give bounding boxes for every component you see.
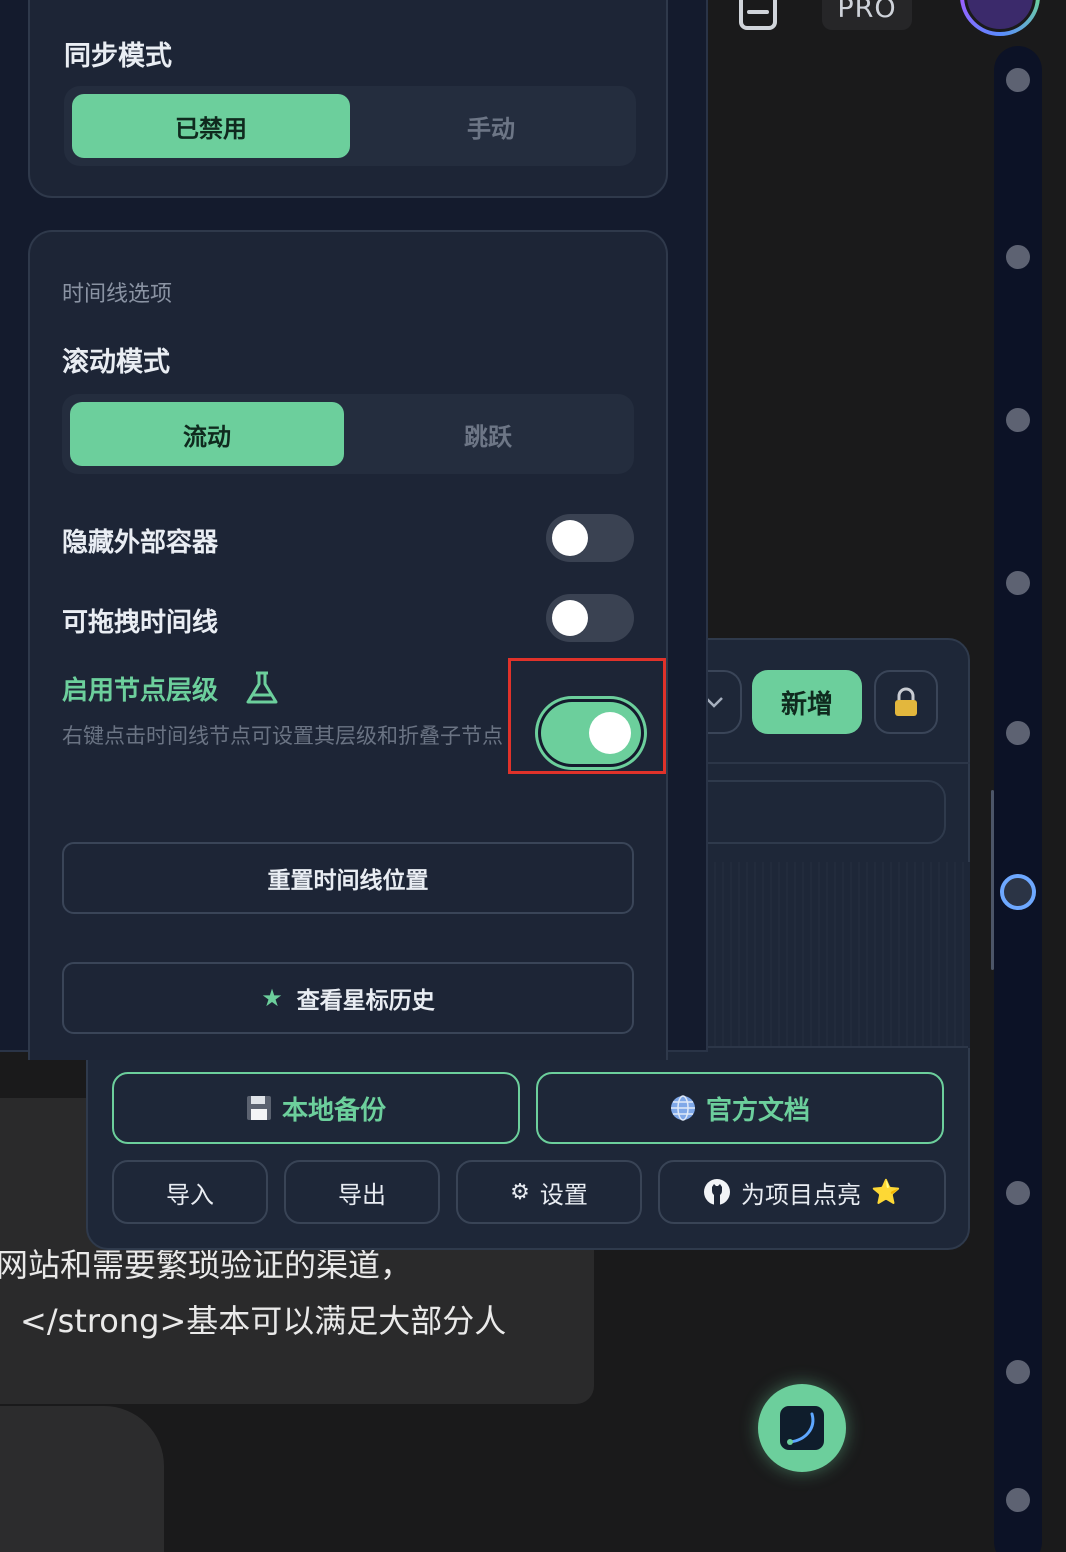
starred-history-label: 查看星标历史 bbox=[296, 988, 435, 1014]
scroll-option-jump[interactable]: 跳跃 bbox=[350, 402, 626, 466]
reset-timeline-button[interactable]: 重置时间线位置 bbox=[62, 842, 634, 914]
scroll-mode-segmented: 流动 跳跃 bbox=[62, 394, 634, 474]
import-button[interactable]: 导入 bbox=[112, 1160, 268, 1224]
star-icon: ★ bbox=[261, 984, 283, 1012]
export-label: 导出 bbox=[338, 1180, 386, 1209]
settings-panel: 同步模式 已禁用 手动 时间线选项 滚动模式 流动 跳跃 隐藏外部容器 可拖拽时… bbox=[0, 0, 708, 1060]
timeline-section-title: 时间线选项 bbox=[62, 282, 173, 307]
settings-button[interactable]: ⚙ 设置 bbox=[456, 1160, 642, 1224]
draggable-timeline-toggle[interactable] bbox=[546, 594, 634, 642]
star-project-label: 为项目点亮 bbox=[741, 1180, 862, 1209]
avatar-icon[interactable] bbox=[960, 0, 1040, 36]
sync-mode-segmented: 已禁用 手动 bbox=[64, 86, 636, 166]
flask-icon bbox=[246, 671, 278, 704]
scroll-option-flow[interactable]: 流动 bbox=[70, 402, 344, 466]
official-docs-label: 官方文档 bbox=[705, 1095, 810, 1126]
sync-option-manual[interactable]: 手动 bbox=[354, 94, 628, 158]
inbox-icon[interactable] bbox=[738, 0, 778, 30]
official-docs-button[interactable]: 官方文档 bbox=[536, 1072, 944, 1144]
timeline-node[interactable] bbox=[1006, 721, 1030, 745]
local-backup-button[interactable]: 本地备份 bbox=[112, 1072, 520, 1144]
timeline-scrollbar[interactable] bbox=[991, 790, 994, 970]
timeline-app-icon bbox=[780, 1406, 824, 1450]
folder-list[interactable] bbox=[708, 862, 970, 1048]
scroll-mode-title: 滚动模式 bbox=[62, 347, 170, 378]
chat-text-line: </strong>基本可以满足大部分人 bbox=[20, 1302, 507, 1340]
floating-action-button[interactable] bbox=[758, 1384, 846, 1472]
lock-icon bbox=[895, 687, 917, 716]
sync-mode-card: 同步模式 已禁用 手动 bbox=[28, 0, 668, 198]
settings-label: 设置 bbox=[539, 1180, 588, 1209]
local-backup-label: 本地备份 bbox=[281, 1095, 386, 1126]
timeline-node[interactable] bbox=[1006, 1488, 1030, 1512]
draggable-timeline-label: 可拖拽时间线 bbox=[62, 608, 219, 638]
add-button[interactable]: 新增 bbox=[752, 670, 862, 734]
floppy-disk-icon bbox=[246, 1096, 271, 1120]
export-button[interactable]: 导出 bbox=[284, 1160, 440, 1224]
timeline-node-active[interactable] bbox=[1000, 874, 1036, 910]
timeline-node[interactable] bbox=[1006, 1181, 1030, 1205]
divider bbox=[708, 762, 970, 764]
timeline-rail[interactable] bbox=[994, 46, 1042, 1552]
timeline-node[interactable] bbox=[1006, 571, 1030, 595]
timeline-node[interactable] bbox=[1006, 408, 1030, 432]
hide-container-toggle[interactable] bbox=[546, 514, 634, 562]
chat-message-card bbox=[0, 1406, 164, 1552]
node-level-description: 右键点击时间线节点可设置其层级和折叠子节点 bbox=[62, 724, 503, 748]
import-label: 导入 bbox=[166, 1180, 214, 1209]
star-emoji-icon: ⭐ bbox=[871, 1178, 901, 1206]
reset-timeline-label: 重置时间线位置 bbox=[267, 868, 429, 894]
highlight-annotation bbox=[508, 658, 666, 774]
lock-button[interactable] bbox=[874, 670, 938, 734]
github-icon bbox=[704, 1179, 731, 1205]
timeline-node[interactable] bbox=[1006, 245, 1030, 269]
gear-icon: ⚙ bbox=[510, 1179, 530, 1205]
starred-history-button[interactable]: ★ 查看星标历史 bbox=[62, 962, 634, 1034]
hide-container-label: 隐藏外部容器 bbox=[62, 528, 219, 558]
star-project-button[interactable]: 为项目点亮 ⭐ bbox=[658, 1160, 946, 1224]
sync-option-disabled[interactable]: 已禁用 bbox=[72, 94, 350, 158]
globe-icon bbox=[670, 1095, 695, 1121]
node-level-label: 启用节点层级 bbox=[62, 676, 219, 706]
timeline-node[interactable] bbox=[1006, 1360, 1030, 1384]
pro-badge[interactable]: PRO bbox=[822, 0, 912, 30]
timeline-node[interactable] bbox=[1006, 68, 1030, 92]
sync-mode-title: 同步模式 bbox=[64, 41, 172, 72]
